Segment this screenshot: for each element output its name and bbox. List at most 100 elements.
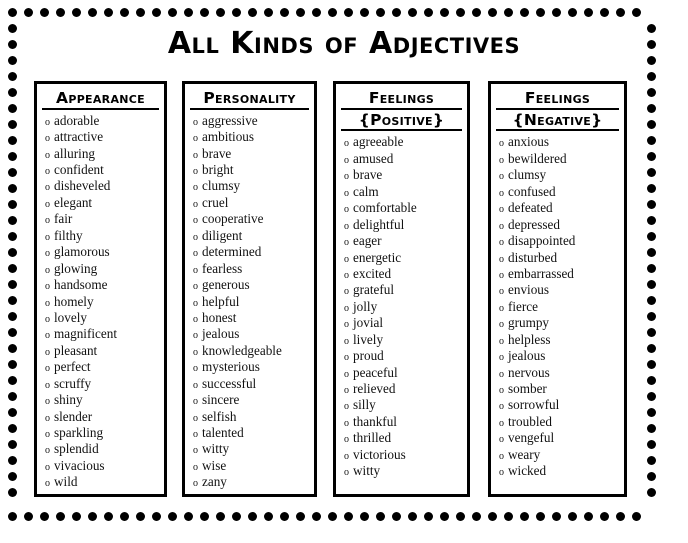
border-dot (8, 296, 17, 305)
word-label: jealous (508, 348, 546, 364)
circle-bullet-icon: o (344, 450, 349, 462)
circle-bullet-icon: o (193, 330, 198, 342)
circle-bullet-icon: o (193, 264, 198, 276)
border-dot (440, 512, 449, 521)
border-dot (424, 8, 433, 17)
border-dot (616, 8, 625, 17)
word-list-feelings-negative: o anxious o bewildered o clumsy o confused o defe… (495, 132, 620, 479)
border-dot (8, 408, 17, 417)
word-label: confused (508, 183, 556, 199)
category-box-appearance: Appearance o adorable o attractive o alluring… (34, 81, 167, 497)
border-dot (8, 264, 17, 273)
circle-bullet-icon: o (344, 368, 349, 380)
circle-bullet-icon: o (499, 253, 504, 265)
word-list-item: o victorious (340, 447, 463, 463)
word-list-personality: o aggressive o ambitious o brave o bright o clums… (189, 111, 310, 491)
word-list-item: o bewildered (495, 151, 620, 167)
circle-bullet-icon: o (499, 335, 504, 347)
word-label: diligent (202, 227, 243, 243)
word-list-item: o splendid (41, 441, 160, 457)
border-dot (8, 424, 17, 433)
border-dot (408, 512, 417, 521)
word-label: weary (508, 446, 541, 462)
word-list-item: o depressed (495, 217, 620, 233)
word-list-item: o sorrowful (495, 397, 620, 413)
border-dot (8, 312, 17, 321)
border-dot (8, 360, 17, 369)
word-label: energetic (353, 249, 402, 265)
word-list-feelings-positive: o agreeable o amused o brave o calm o comfortable… (340, 132, 463, 479)
word-label: talented (202, 425, 244, 441)
word-list-item: o shiny (41, 392, 160, 408)
border-dot (232, 512, 241, 521)
circle-bullet-icon: o (45, 379, 50, 391)
word-list-item: o slender (41, 409, 160, 425)
word-label: witty (202, 441, 230, 457)
word-label: aggressive (202, 112, 258, 128)
word-list-item: o fierce (495, 299, 620, 315)
border-dot (376, 512, 385, 521)
word-label: agreeable (353, 134, 404, 150)
circle-bullet-icon: o (193, 396, 198, 408)
border-dot (104, 8, 113, 17)
word-label: amused (353, 150, 394, 166)
border-dot (488, 8, 497, 17)
circle-bullet-icon: o (499, 450, 504, 462)
border-dot (647, 296, 656, 305)
border-dot (456, 512, 465, 521)
word-label: calm (353, 183, 379, 199)
border-dot (40, 512, 49, 521)
word-label: helpful (202, 293, 240, 309)
border-dot (647, 472, 656, 481)
word-list-item: o brave (189, 146, 310, 162)
word-label: brave (202, 145, 232, 161)
word-list-item: o ambitious (189, 129, 310, 145)
border-dot (647, 440, 656, 449)
border-dot (600, 512, 609, 521)
category-header-feelings-positive: Feelings {Positive} (340, 90, 463, 132)
word-label: fair (54, 211, 73, 227)
word-list-item: o grateful (340, 282, 463, 298)
word-list-item: o jovial (340, 315, 463, 331)
circle-bullet-icon: o (193, 346, 198, 358)
word-list-item: o nervous (495, 365, 620, 381)
border-dot (8, 488, 17, 497)
word-list-item: o pleasant (41, 343, 160, 359)
border-dot (88, 512, 97, 521)
word-list-item: o sincere (189, 392, 310, 408)
border-dot (296, 8, 305, 17)
border-dot (344, 8, 353, 17)
category-header-personality: Personality (189, 90, 310, 111)
border-dot (647, 392, 656, 401)
border-dot (647, 488, 656, 497)
circle-bullet-icon: o (344, 269, 349, 281)
border-dot (248, 8, 257, 17)
word-label: pleasant (54, 342, 98, 358)
category-box-feelings-negative: Feelings {Negative} o anxious o bewildered o c… (488, 81, 627, 497)
word-label: witty (353, 463, 381, 479)
border-dot (504, 512, 513, 521)
word-label: vivacious (54, 457, 105, 473)
word-list-item: o vengeful (495, 430, 620, 446)
word-label: sorrowful (508, 397, 560, 413)
word-label: wicked (508, 463, 547, 479)
border-dot (296, 512, 305, 521)
border-dot (632, 8, 641, 17)
circle-bullet-icon: o (344, 138, 349, 150)
border-dot (552, 512, 561, 521)
border-dot (552, 8, 561, 17)
word-list-item: o disheveled (41, 178, 160, 194)
circle-bullet-icon: o (499, 368, 504, 380)
circle-bullet-icon: o (45, 231, 50, 243)
border-dot (264, 8, 273, 17)
word-list-item: o generous (189, 277, 310, 293)
border-dot (168, 8, 177, 17)
border-dot (647, 376, 656, 385)
word-list-item: o determined (189, 244, 310, 260)
word-list-item: o witty (340, 463, 463, 479)
word-label: glamorous (54, 244, 110, 260)
circle-bullet-icon: o (499, 302, 504, 314)
word-list-item: o filthy (41, 228, 160, 244)
word-label: embarrassed (508, 265, 574, 281)
circle-bullet-icon: o (193, 412, 198, 424)
